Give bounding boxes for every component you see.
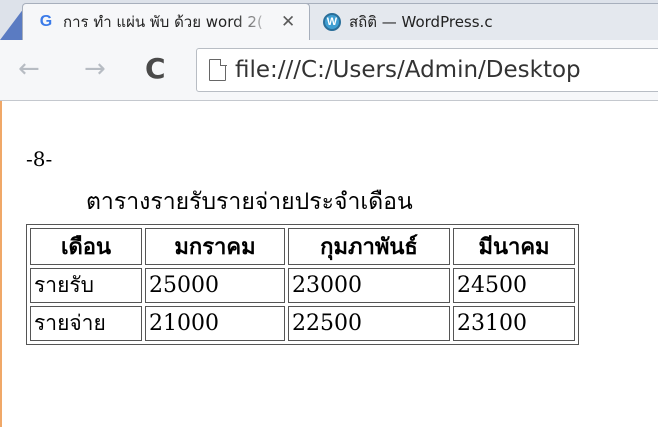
tab-strip: G การ ทำ แผ่น พับ ด้วย word 2( ✕ W สถิติ… xyxy=(0,0,658,40)
wordpress-icon: W xyxy=(323,13,341,31)
header-january: มกราคม xyxy=(145,228,285,265)
table-row: รายรับ 25000 23000 24500 xyxy=(30,268,575,303)
tab-strip-edge xyxy=(0,8,24,40)
table-caption: ตารางรายรับรายจ่ายประจำเดือน xyxy=(86,189,413,215)
table-cell: 25000 xyxy=(145,268,285,303)
income-expense-table: เดือน มกราคม กุมภาพันธ์ มีนาคม รายรับ 25… xyxy=(26,224,579,345)
address-bar[interactable] xyxy=(196,48,658,92)
row-label-income: รายรับ xyxy=(30,268,142,303)
close-icon[interactable]: ✕ xyxy=(281,12,295,32)
reload-icon[interactable]: C xyxy=(145,54,166,84)
row-label-expense: รายจ่าย xyxy=(30,306,142,341)
tab-title: สถิติ — WordPress.c xyxy=(349,13,493,31)
tab-active[interactable]: G การ ทำ แผ่น พับ ด้วย word 2( ✕ xyxy=(22,3,310,40)
header-february: กุมภาพันธ์ xyxy=(288,228,450,265)
page-left-edge xyxy=(0,101,2,427)
forward-arrow-icon[interactable]: → xyxy=(84,54,106,84)
page-number: -8- xyxy=(26,147,53,171)
header-month: เดือน xyxy=(30,228,142,265)
back-arrow-icon[interactable]: ← xyxy=(18,54,40,84)
table-cell: 23000 xyxy=(288,268,450,303)
browser-toolbar: ← → C xyxy=(0,40,658,101)
table-cell: 24500 xyxy=(453,268,575,303)
tab-inactive[interactable]: W สถิติ — WordPress.c xyxy=(300,3,658,40)
table-header-row: เดือน มกราคม กุมภาพันธ์ มีนาคม xyxy=(30,228,575,265)
table-cell: 21000 xyxy=(145,306,285,341)
google-g-icon: G xyxy=(39,13,53,30)
url-input[interactable] xyxy=(235,53,658,87)
header-march: มีนาคม xyxy=(453,228,575,265)
table-cell: 23100 xyxy=(453,306,575,341)
table-row: รายจ่าย 21000 22500 23100 xyxy=(30,306,575,341)
tab-title: การ ทำ แผ่น พับ ด้วย word 2( xyxy=(63,13,263,31)
file-page-icon xyxy=(209,58,227,81)
table-cell: 22500 xyxy=(288,306,450,341)
